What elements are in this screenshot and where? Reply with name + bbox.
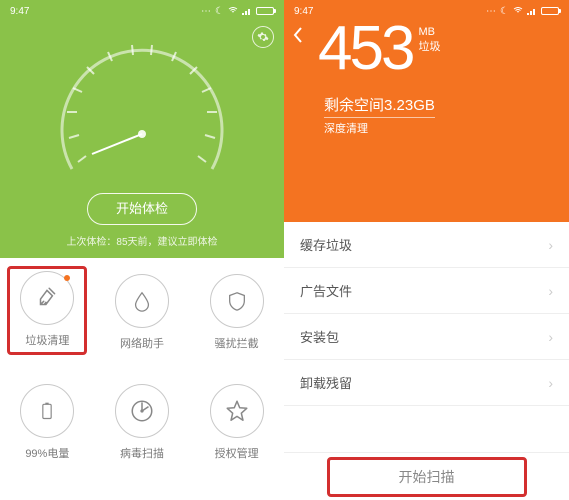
tools-grid: 垃圾清理 网络助手 骚扰拦截 99%电量 病毒扫描 (0, 258, 284, 500)
tool-label: 垃圾清理 (14, 332, 80, 348)
status-icons: ⋯ ☾ (201, 6, 274, 17)
trash-size: 453 MB 垃圾 (318, 18, 440, 80)
signal-icon (527, 7, 537, 15)
chevron-right-icon: › (548, 237, 553, 253)
tool-label: 99%电量 (7, 445, 87, 461)
drop-icon (115, 274, 169, 328)
status-time: 9:47 (10, 6, 201, 17)
signal-icon (242, 7, 252, 15)
remaining-space[interactable]: 剩余空间3.23GB (324, 94, 435, 118)
chevron-left-icon (292, 26, 304, 44)
tool-block[interactable]: 骚扰拦截 (197, 266, 277, 351)
start-checkup-button[interactable]: 开始体检 (87, 193, 197, 225)
tool-label: 骚扰拦截 (197, 335, 277, 351)
back-button[interactable] (292, 26, 312, 46)
row-ads[interactable]: 广告文件 › (284, 268, 569, 314)
trash-clean-screen: 9:47 ⋯ ☾ 453 MB 垃圾 剩余空间3 (284, 0, 569, 500)
tool-network[interactable]: 网络助手 (102, 266, 182, 351)
last-checkup-text: 上次体检：85天前，建议立即体检 (0, 233, 284, 248)
shield-icon (210, 274, 264, 328)
chevron-right-icon: › (548, 329, 553, 345)
row-label: 安装包 (300, 327, 339, 346)
tool-label: 授权管理 (197, 445, 277, 461)
orange-header: 9:47 ⋯ ☾ 453 MB 垃圾 剩余空间3 (284, 0, 569, 222)
green-header: 9:47 ⋯ ☾ (0, 0, 284, 258)
security-center-screen: 9:47 ⋯ ☾ (0, 0, 284, 500)
moon-icon: ☾ (500, 6, 509, 17)
row-residual[interactable]: 卸载残留 › (284, 360, 569, 406)
trash-unit: MB (418, 25, 440, 40)
deep-clean-link[interactable]: 深度清理 (324, 120, 368, 136)
chevron-right-icon: › (548, 283, 553, 299)
tool-label: 病毒扫描 (102, 445, 182, 461)
tool-battery[interactable]: 99%电量 (7, 376, 87, 461)
row-cache[interactable]: 缓存垃圾 › (284, 222, 569, 268)
tool-permission[interactable]: 授权管理 (197, 376, 277, 461)
gauge (42, 34, 242, 184)
row-label: 卸载残留 (300, 373, 352, 392)
category-list: 缓存垃圾 › 广告文件 › 安装包 › 卸载残留 › (284, 222, 569, 406)
row-apk[interactable]: 安装包 › (284, 314, 569, 360)
tool-virus[interactable]: 病毒扫描 (102, 376, 182, 461)
dots-icon: ⋯ (486, 6, 496, 17)
wifi-icon (228, 7, 238, 15)
battery-tool-icon (20, 384, 74, 438)
trash-unit-sub: 垃圾 (418, 40, 440, 55)
moon-icon: ☾ (215, 6, 224, 17)
notification-dot-icon (64, 275, 70, 281)
battery-icon (541, 7, 559, 15)
battery-icon (256, 7, 274, 15)
status-bar: 9:47 ⋯ ☾ (0, 2, 284, 20)
trash-number: 453 (318, 18, 412, 80)
settings-button[interactable] (252, 26, 274, 48)
tool-trash-clean[interactable]: 垃圾清理 (7, 266, 87, 355)
dots-icon: ⋯ (201, 6, 211, 17)
gauge-arc-icon (42, 34, 242, 184)
status-icons: ⋯ ☾ (486, 6, 559, 17)
star-icon (210, 384, 264, 438)
start-scan-button[interactable]: 开始扫描 (327, 457, 527, 497)
gear-icon (257, 31, 269, 43)
broom-icon (20, 271, 74, 325)
bottom-bar: 开始扫描 (284, 452, 569, 500)
wifi-icon (513, 7, 523, 15)
chevron-right-icon: › (548, 375, 553, 391)
tool-label: 网络助手 (102, 335, 182, 351)
row-label: 缓存垃圾 (300, 235, 352, 254)
radar-icon (115, 384, 169, 438)
row-label: 广告文件 (300, 281, 352, 300)
